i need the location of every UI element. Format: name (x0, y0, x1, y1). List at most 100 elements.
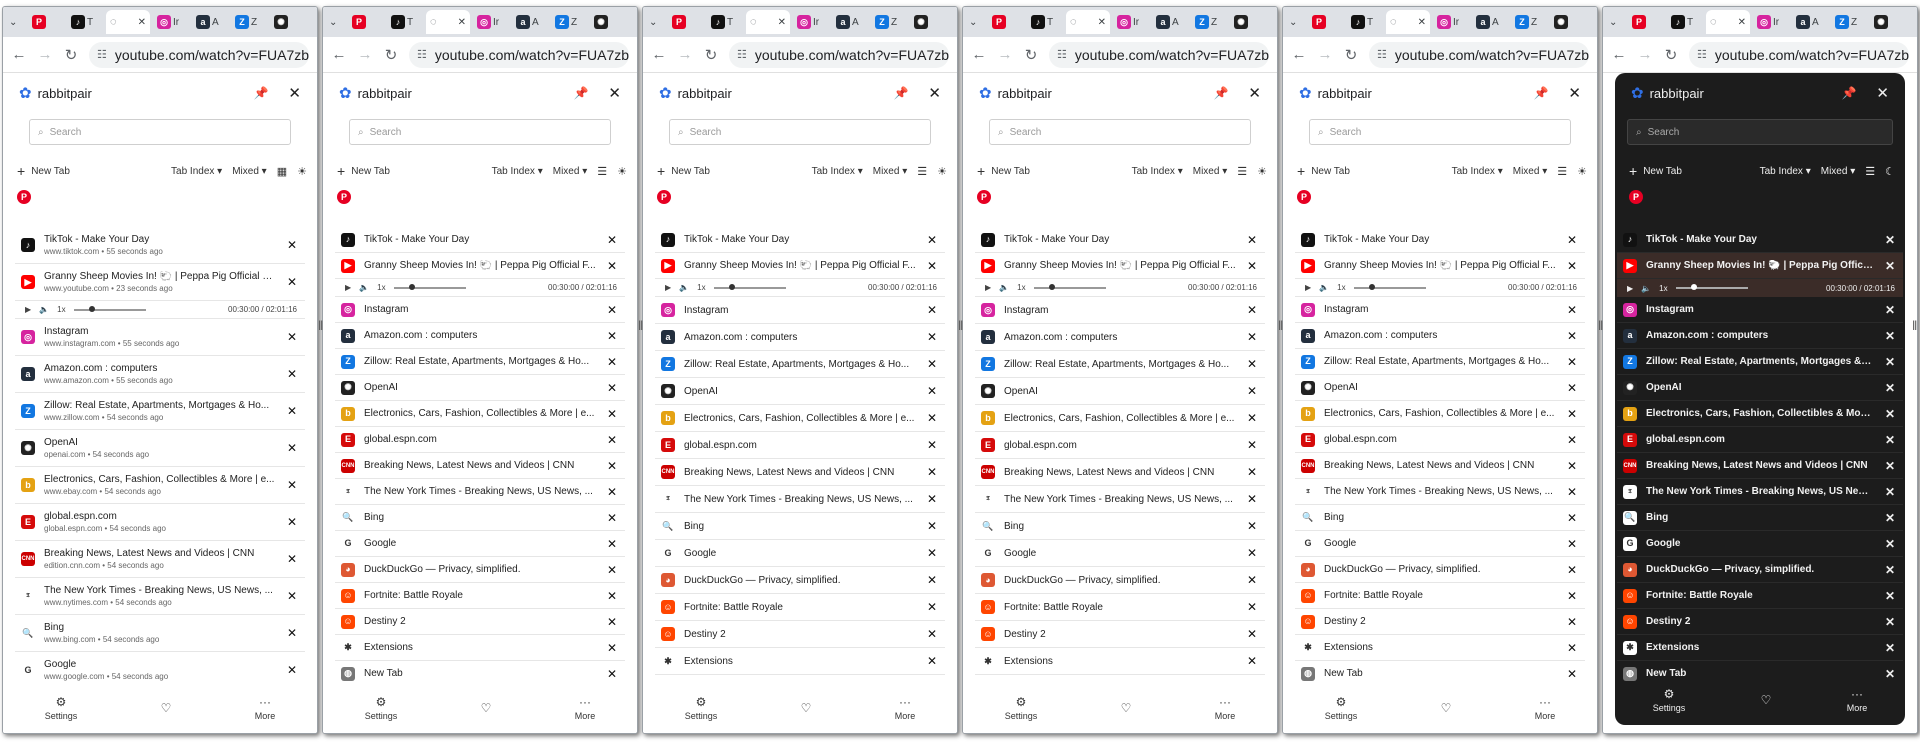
list-item[interactable]: ◎ Instagram ✕ (655, 297, 945, 324)
list-item[interactable]: ◎ Instagram ✕ (335, 297, 625, 323)
close-tab-icon[interactable]: ✕ (605, 381, 619, 395)
tab-close-icon[interactable]: ✕ (1098, 17, 1106, 28)
close-tab-icon[interactable]: ✕ (1883, 563, 1897, 577)
new-tab-button[interactable]: New Tab (1643, 166, 1682, 177)
tab-search-dropdown[interactable]: ⌄ (1605, 10, 1625, 34)
list-item[interactable]: ◎ Instagram ✕ (1617, 297, 1903, 323)
mode-dropdown[interactable]: Mixed ▾ (1821, 166, 1856, 177)
forward-icon[interactable]: → (997, 46, 1013, 63)
theme-toggle-icon[interactable]: ☀ (937, 165, 947, 178)
close-tab-icon[interactable]: ✕ (925, 330, 939, 344)
browser-tab[interactable]: ✺ (270, 10, 306, 34)
tab-search-dropdown[interactable]: ⌄ (1285, 10, 1305, 34)
list-item[interactable]: ◕ DuckDuckGo — Privacy, simplified. ✕ (335, 557, 625, 583)
list-item[interactable]: 𝕿 The New York Times - Breaking News, US … (975, 486, 1265, 513)
volume-icon[interactable]: 🔈 (679, 283, 689, 292)
close-tab-icon[interactable]: ✕ (1245, 411, 1259, 425)
reload-icon[interactable]: ↻ (1663, 46, 1679, 64)
close-tab-icon[interactable]: ✕ (285, 663, 299, 677)
reload-icon[interactable]: ↻ (703, 46, 719, 64)
list-item[interactable]: ✱ Extensions ✕ (1295, 635, 1585, 661)
speed-button[interactable]: 1x (697, 283, 705, 292)
close-tab-icon[interactable]: ✕ (925, 233, 939, 247)
plus-icon[interactable]: + (657, 163, 665, 179)
close-tab-icon[interactable]: ✕ (1565, 329, 1579, 343)
close-tab-icon[interactable]: ✕ (1245, 438, 1259, 452)
close-tab-icon[interactable]: ✕ (1883, 303, 1897, 317)
close-tab-icon[interactable]: ✕ (1245, 303, 1259, 317)
close-tab-icon[interactable]: ✕ (1245, 519, 1259, 533)
list-item[interactable]: G Google ✕ (1295, 531, 1585, 557)
view-toggle-icon[interactable]: ☰ (1865, 165, 1875, 178)
browser-tab[interactable]: ◎ Ir (1433, 10, 1469, 34)
close-tab-icon[interactable]: ✕ (285, 515, 299, 529)
speed-button[interactable]: 1x (1659, 284, 1667, 293)
close-tab-icon[interactable]: ✕ (605, 563, 619, 577)
close-tab-icon[interactable]: ✕ (605, 485, 619, 499)
close-tab-icon[interactable]: ✕ (605, 589, 619, 603)
browser-tab[interactable]: ZZ (551, 10, 587, 34)
list-item[interactable]: ◎ Instagram ✕ (975, 297, 1265, 324)
close-tab-icon[interactable]: ✕ (1883, 259, 1897, 273)
tab-list[interactable]: ♪ TikTok - Make Your Day www.tiktok.com • … (15, 227, 305, 681)
view-toggle-icon[interactable]: ☰ (917, 165, 927, 178)
list-item[interactable]: Z Zillow: Real Estate, Apartments, Mortga… (1295, 349, 1585, 375)
list-item[interactable]: 🔍 Bing ✕ (1617, 505, 1903, 531)
close-tab-icon[interactable]: ✕ (1245, 546, 1259, 560)
tab-search-dropdown[interactable]: ⌄ (965, 10, 985, 34)
close-tab-icon[interactable]: ✕ (1565, 459, 1579, 473)
site-settings-icon[interactable]: ☷ (97, 48, 107, 61)
list-item[interactable]: ▶ Granny Sheep Movies In! 🐑 | Peppa Pig O… (1295, 253, 1585, 279)
more-button[interactable]: ··· More (575, 695, 596, 721)
favorite-button[interactable]: ♡ (481, 701, 492, 715)
close-tab-icon[interactable]: ✕ (925, 384, 939, 398)
browser-tab[interactable]: aA (1472, 10, 1508, 34)
back-icon[interactable]: ← (971, 46, 987, 63)
plus-icon[interactable]: + (1629, 163, 1637, 179)
close-tab-icon[interactable]: ✕ (925, 519, 939, 533)
close-tab-icon[interactable]: ✕ (925, 546, 939, 560)
list-item[interactable]: b Electronics, Cars, Fashion, Collectible… (1295, 401, 1585, 427)
browser-tab[interactable]: ZZ (1511, 10, 1547, 34)
close-panel-icon[interactable]: ✕ (288, 84, 301, 102)
close-tab-icon[interactable]: ✕ (925, 259, 939, 273)
progress-knob[interactable] (88, 305, 95, 312)
sort-dropdown[interactable]: Tab Index ▾ (1760, 166, 1811, 177)
more-button[interactable]: ··· More (1215, 695, 1236, 721)
site-settings-icon[interactable]: ☷ (1377, 48, 1387, 61)
theme-toggle-icon[interactable]: ☀ (617, 165, 627, 178)
close-tab-icon[interactable]: ✕ (1883, 485, 1897, 499)
browser-tab[interactable]: aA (1792, 10, 1828, 34)
tab-search-dropdown[interactable]: ⌄ (5, 10, 25, 34)
close-tab-icon[interactable]: ✕ (1883, 329, 1897, 343)
play-icon[interactable]: ▶ (345, 283, 351, 292)
list-item[interactable]: ☺ Destiny 2 ✕ (975, 621, 1265, 648)
play-icon[interactable]: ▶ (985, 283, 991, 292)
list-item[interactable]: a Amazon.com : computers ✕ (1295, 323, 1585, 349)
back-icon[interactable]: ← (1611, 46, 1627, 63)
list-item[interactable]: b Electronics, Cars, Fashion, Collectible… (335, 401, 625, 427)
list-item[interactable]: ☺ Fortnite: Battle Royale ✕ (1617, 583, 1903, 609)
list-item[interactable]: ☺ Destiny 2 ✕ (1295, 609, 1585, 635)
search-input[interactable]: ⌕ Search (989, 119, 1251, 145)
list-item[interactable]: Eglobal.espn.com ✕ (1617, 427, 1903, 453)
volume-icon[interactable]: 🔈 (39, 305, 49, 314)
close-tab-icon[interactable]: ✕ (1245, 654, 1259, 668)
favorite-button[interactable]: ♡ (1761, 693, 1772, 707)
browser-tab[interactable]: ♪ T (1667, 10, 1703, 34)
close-tab-icon[interactable]: ✕ (1245, 627, 1259, 641)
forward-icon[interactable]: → (37, 46, 53, 63)
close-panel-icon[interactable]: ✕ (1876, 84, 1889, 102)
theme-toggle-icon[interactable]: ☀ (1257, 165, 1267, 178)
list-item[interactable]: ✺ OpenAI ✕ (1617, 375, 1903, 401)
progress-knob[interactable] (1048, 283, 1055, 290)
list-item[interactable]: b Electronics, Cars, Fashion, Collectible… (655, 405, 945, 432)
list-item[interactable]: 𝕿 The New York Times - Breaking News, US … (1295, 479, 1585, 505)
browser-tab[interactable]: ◌ ✕ (1706, 10, 1750, 34)
close-panel-icon[interactable]: ✕ (608, 84, 621, 102)
browser-tab[interactable]: P (348, 10, 384, 34)
new-tab-button[interactable]: New Tab (1311, 166, 1350, 177)
speed-button[interactable]: 1x (57, 305, 65, 314)
close-tab-icon[interactable]: ✕ (1245, 384, 1259, 398)
close-tab-icon[interactable]: ✕ (925, 411, 939, 425)
